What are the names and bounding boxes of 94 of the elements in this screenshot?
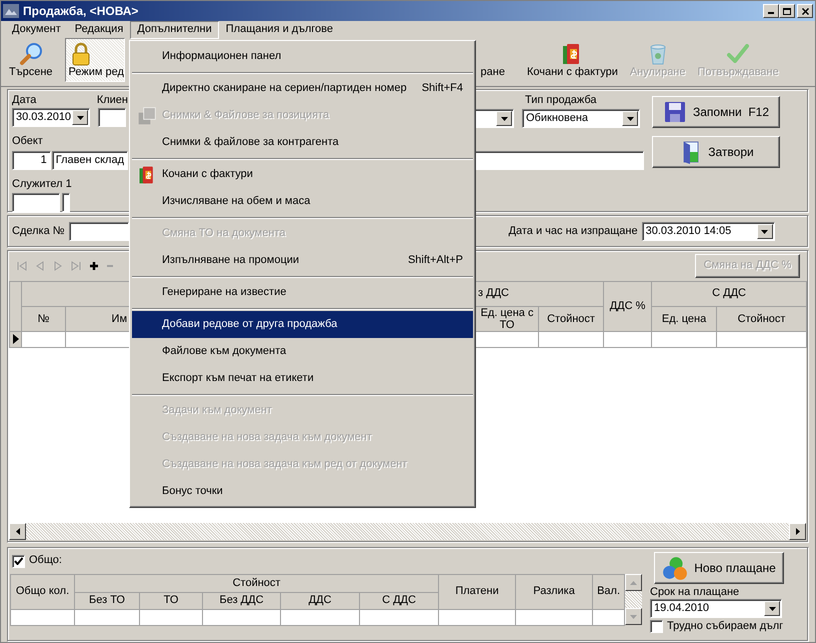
vertical-scrollbar[interactable]	[625, 574, 642, 625]
field-label: Обект	[12, 135, 44, 149]
field-label: Срок на плащане	[650, 586, 740, 600]
menu-item[interactable]: Изпълняване на промоции Shift+Alt+P	[132, 247, 473, 274]
checkbox[interactable]	[12, 554, 25, 568]
field-label: Сделка №	[12, 224, 65, 238]
close-icon	[802, 8, 808, 14]
scroll-left-icon	[16, 528, 20, 535]
send-datetime-field[interactable]: 30.03.2010 14:05	[642, 222, 775, 241]
menu-item[interactable]: Добави редове от друга продажба	[132, 311, 473, 338]
check-icon	[726, 42, 750, 66]
scroll-right-icon	[796, 528, 800, 535]
date-field[interactable]: 30.03.2010	[12, 108, 90, 128]
column-header: Вал.	[592, 574, 625, 610]
field-label: Дата	[12, 94, 38, 108]
scroll-down-icon	[630, 614, 638, 618]
column-header: Разлика	[516, 574, 593, 610]
checkbox-label: Общо:	[29, 554, 62, 568]
menu-item[interactable]: Бонус точки	[132, 478, 473, 505]
checkbox[interactable]	[650, 620, 663, 634]
add-icon	[89, 261, 99, 271]
column-header: Без ТО	[74, 592, 140, 610]
toolbar-button[interactable]: Кочани с фактури	[522, 38, 622, 82]
maximize-button[interactable]	[779, 4, 795, 18]
menu-item[interactable]: Допълнителни	[130, 21, 219, 39]
employee-name-field[interactable]	[62, 192, 70, 212]
dropdown-arrow-icon	[626, 116, 634, 120]
column-header: Общо кол.	[10, 574, 74, 610]
field-label: Клиен	[96, 94, 128, 108]
column-header: Ед. цена с ТО	[476, 306, 539, 332]
column-header: з ДДС	[476, 282, 604, 306]
close-button[interactable]	[797, 4, 813, 18]
menu-item[interactable]: Плащания и дългове	[218, 21, 340, 39]
menu-item[interactable]: Изчисляване на обем и маса	[132, 188, 473, 215]
maximize-icon	[783, 8, 791, 14]
field-label: Тип продажба	[525, 94, 597, 108]
menu-item[interactable]: Снимки & файлове за контрагента	[132, 129, 473, 156]
column-header: Платени	[438, 574, 516, 610]
window-title: Продажба, <НОВА>	[23, 4, 138, 18]
column-header: Стойност	[538, 306, 604, 332]
column-header: ДДС	[280, 592, 360, 610]
object-number-field[interactable]: 1	[12, 150, 51, 170]
column-header: Стойност	[74, 574, 439, 592]
toolbar-button[interactable]: Търсене	[5, 38, 57, 82]
action-button[interactable]: Запомни F12	[652, 96, 780, 128]
first-record-icon	[17, 261, 27, 271]
action-button[interactable]: Затвори	[652, 136, 780, 168]
app-icon	[3, 4, 19, 18]
column-header: Без ДДС	[202, 592, 280, 610]
horizontal-scrollbar[interactable]	[9, 523, 806, 540]
column-header: ДДС %	[604, 282, 652, 332]
column-header: ТО	[140, 592, 202, 610]
column-header: №	[22, 306, 66, 332]
coins-icon	[662, 555, 688, 581]
minimize-icon	[768, 12, 774, 14]
menu-item[interactable]: Директно сканиране на сериен/партиден номер Shift+F4	[132, 75, 473, 102]
menu-item[interactable]: Редакция	[68, 21, 130, 39]
column-header: С ДДС	[360, 592, 439, 610]
object-name-field[interactable]: Главен склад	[52, 150, 128, 170]
toolbar-button[interactable]: ране	[476, 38, 509, 82]
client-combo[interactable]	[474, 109, 514, 128]
scroll-up-icon	[630, 580, 638, 584]
menu-item[interactable]: Файлове към документа	[132, 338, 473, 365]
address-field[interactable]	[474, 151, 644, 170]
client-field[interactable]	[98, 108, 126, 128]
column-header: Ед. цена	[652, 306, 717, 332]
previous-record-icon	[35, 261, 45, 271]
employee-code-field[interactable]	[12, 192, 60, 212]
dropdown-arrow-icon	[761, 230, 768, 234]
dropdown-arrow-icon	[500, 116, 508, 120]
column-header: Стойност	[716, 306, 807, 332]
check-icon	[14, 557, 23, 565]
menu-item[interactable]: Експорт към печат на етикети	[132, 365, 473, 392]
menu-item[interactable]: Документ	[5, 21, 68, 39]
deal-number-field[interactable]	[68, 222, 129, 241]
new-payment-button[interactable]: Ново плащане	[654, 552, 784, 584]
dropdown-arrow-icon	[768, 606, 776, 611]
field-label: Служител 1	[12, 178, 73, 191]
minimize-button[interactable]	[763, 4, 779, 18]
checkbox-label: Трудно събираем дълг	[667, 620, 784, 634]
column-header: Им	[66, 306, 130, 332]
field-label: Дата и час на изпращане	[508, 224, 638, 238]
menu-item[interactable]: Кочани с фактури	[132, 161, 473, 188]
next-record-icon	[53, 261, 63, 271]
toolbar-button[interactable]: Режим ред	[64, 38, 125, 82]
photos-icon	[137, 106, 157, 126]
due-date-field[interactable]: 19.04.2010	[650, 599, 782, 618]
last-record-icon	[71, 261, 81, 271]
sale-type-field[interactable]: Обикновена	[522, 109, 640, 128]
menu-item[interactable]: Информационен панел	[132, 43, 473, 70]
dropdown-arrow-icon	[76, 116, 84, 120]
column-header: С ДДС	[652, 282, 807, 306]
menu-item[interactable]: Генериране на известие	[132, 279, 473, 306]
search-icon	[18, 42, 43, 66]
